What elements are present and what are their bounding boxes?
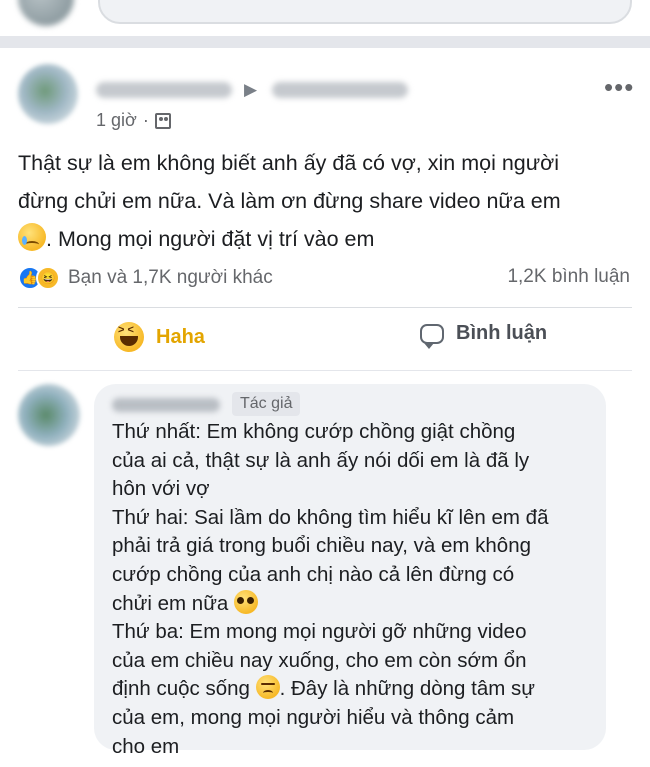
action-bar: Haha Bình luận [18, 312, 632, 364]
comment-line-text: . Đây là những dòng tâm sự [279, 677, 535, 701]
haha-reaction-icon: 😆 [36, 266, 60, 290]
comment-line: Thứ nhất: Em không cướp chồng giật chồng [112, 420, 516, 443]
post-author-avatar[interactable] [18, 64, 78, 124]
previous-post-remnant [0, 0, 650, 36]
comment-line: hôn với vợ [112, 477, 210, 501]
action-divider-bottom [18, 370, 632, 371]
comment-line: Thứ hai: Sai lầm do không tìm hiểu kĩ lê… [112, 505, 549, 529]
post-text-line: Thật sự là em không biết anh ấy đã có vợ… [18, 151, 559, 175]
haha-button[interactable]: Haha [114, 322, 205, 352]
comments-count[interactable]: 1,2K bình luận [507, 266, 630, 288]
previous-avatar [18, 0, 74, 26]
author-arrow-icon: ▶ [244, 80, 258, 99]
comment-line: định cuộc sống . Đây là những dòng tâm s… [112, 675, 590, 704]
group-icon [154, 112, 171, 129]
post-body: Thật sự là em không biết anh ấy đã có vợ… [18, 144, 628, 258]
haha-icon [114, 322, 144, 352]
comment-line: của ai cả, thật sự là anh ấy nói dối em … [112, 448, 530, 472]
feed-divider [0, 36, 650, 48]
comment-icon [420, 323, 444, 349]
reactions-summary[interactable]: 👍 😆 Bạn và 1,7K người khác [18, 266, 273, 290]
haha-label: Haha [156, 325, 205, 348]
previous-comment-input[interactable] [98, 0, 632, 24]
comment-line: của em, mong mọi người hiểu và thông cảm [112, 705, 515, 729]
comment-line: cướp chồng của anh chị nào cả lên đừng c… [112, 562, 515, 586]
comment-bubble: Tác giả Thứ nhất: Em không cướp chồng gi… [94, 384, 606, 758]
post-meta: 1 giờ · [96, 110, 171, 131]
post-timestamp[interactable]: 1 giờ [96, 110, 137, 131]
comment-line-text: định cuộc sống [112, 677, 256, 701]
post-text-line: . Mong mọi người đặt vị trí vào em [18, 220, 628, 258]
action-divider [18, 307, 632, 308]
comment-line-text: chửi em nữa [112, 591, 235, 615]
comment-text: Thứ nhất: Em không cướp chồng giật chồng… [112, 418, 590, 761]
pleading-emoji-icon [234, 589, 259, 614]
comment-author-avatar[interactable] [18, 384, 80, 446]
post-author-name-blurred[interactable] [96, 82, 232, 98]
crying-emoji-icon [18, 223, 46, 251]
reactions-text: Bạn và 1,7K người khác [68, 267, 273, 288]
comment-button[interactable]: Bình luận [420, 322, 548, 349]
disappointed-emoji-icon [255, 675, 280, 700]
post-text-line: đừng chửi em nữa. Và làm ơn đừng share v… [18, 189, 561, 213]
comment-author-name-blurred[interactable] [112, 398, 220, 412]
comment-line: của em chiều nay xuống, cho em còn sớm ổ… [112, 648, 527, 672]
more-icon[interactable]: ••• [604, 72, 634, 103]
post-card: ▶ 1 giờ · ••• Thật sự là em không biết a… [0, 48, 650, 767]
meta-separator: · [142, 110, 149, 130]
comment-line: cho em [112, 734, 180, 758]
comment-line: chửi em nữa [112, 589, 590, 619]
comment-line: Thứ ba: Em mong mọi người gỡ những video [112, 620, 527, 644]
comment-label: Bình luận [456, 322, 548, 344]
post-text-line-tail: . Mong mọi người đặt vị trí vào em [46, 227, 375, 251]
comment-line: phải trả giá trong buổi chiều nay, và em… [112, 534, 531, 558]
author-badge: Tác giả [232, 392, 301, 416]
post-group-name-blurred[interactable] [272, 82, 408, 98]
